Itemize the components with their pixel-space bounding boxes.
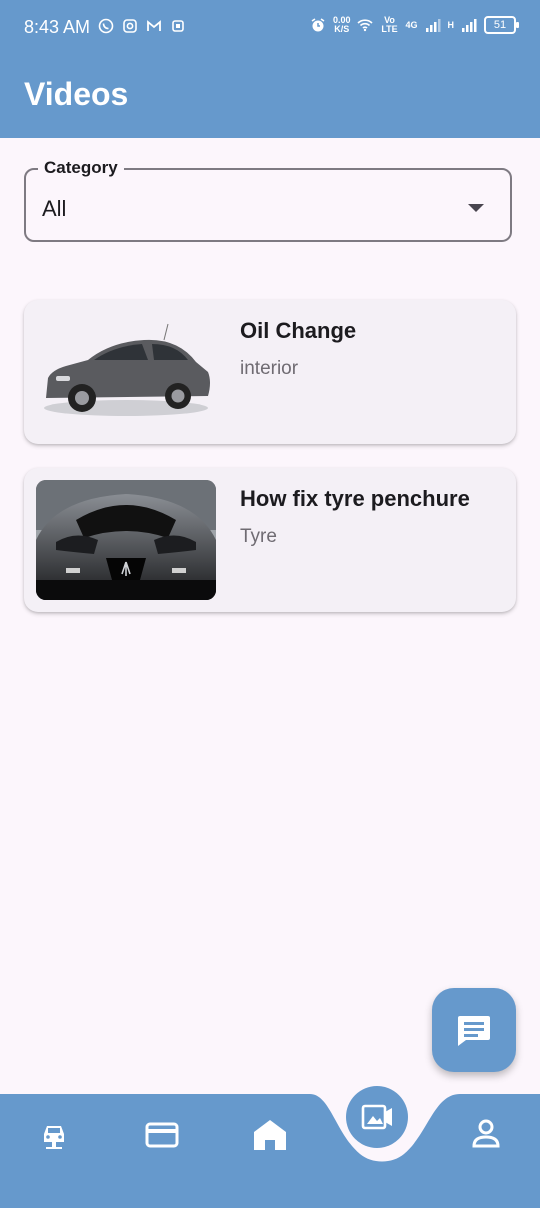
network-speed: 0.00 K/S xyxy=(333,16,351,34)
status-bar: 8:43 AM 0.00 K/S Vo LTE 4G H 51 xyxy=(0,0,540,56)
alarm-icon xyxy=(311,18,325,32)
network-h-label: H xyxy=(447,19,455,30)
volte-indicator: Vo LTE xyxy=(381,15,398,34)
person-icon xyxy=(472,1119,500,1148)
whatsapp-icon xyxy=(98,18,114,34)
category-dropdown[interactable]: Category All xyxy=(24,158,512,242)
notification-icons xyxy=(98,18,186,34)
dropdown-arrow-icon xyxy=(468,204,484,212)
chat-fab-button[interactable] xyxy=(432,988,516,1072)
camera-app-icon xyxy=(123,19,137,33)
silver-hatchback-car-image xyxy=(36,312,216,432)
chat-icon xyxy=(458,1016,490,1046)
black-sports-car-image xyxy=(36,480,216,600)
nav-profile-button[interactable] xyxy=(468,1116,504,1152)
gmail-icon xyxy=(147,20,161,31)
home-icon xyxy=(254,1120,286,1150)
credit-card-icon xyxy=(145,1122,179,1148)
network-speed-unit: K/S xyxy=(334,24,350,34)
car-icon xyxy=(44,1126,64,1149)
category-value: All xyxy=(42,196,67,221)
network-4g-label: 4G xyxy=(405,19,418,30)
nav-car-button[interactable] xyxy=(36,1116,72,1152)
signal-icon-2 xyxy=(462,19,477,32)
battery-icon: 51 xyxy=(484,16,519,34)
nav-videos-button[interactable] xyxy=(346,1086,408,1148)
video-card-tyre[interactable]: How fix tyre penchure Tyre xyxy=(24,468,516,612)
status-time: 8:43 AM xyxy=(24,17,91,37)
wifi-icon xyxy=(357,19,374,32)
video-title: How fix tyre penchure xyxy=(240,486,470,511)
bottom-navigation xyxy=(0,1086,540,1208)
nav-home-button[interactable] xyxy=(252,1116,288,1152)
video-card-oil-change[interactable]: Oil Change interior xyxy=(24,300,516,444)
video-category: Tyre xyxy=(240,526,277,547)
video-gallery-icon xyxy=(361,1104,392,1130)
nav-payments-button[interactable] xyxy=(144,1116,180,1152)
video-title: Oil Change xyxy=(240,318,357,343)
app-notification-icon xyxy=(172,20,184,32)
video-category: interior xyxy=(240,358,299,379)
app-bar: Videos xyxy=(0,56,540,138)
category-label: Category xyxy=(38,158,124,178)
signal-icon xyxy=(425,19,440,32)
page-title: Videos xyxy=(24,76,129,112)
system-icons: 0.00 K/S Vo LTE 4G H 51 xyxy=(310,15,519,34)
